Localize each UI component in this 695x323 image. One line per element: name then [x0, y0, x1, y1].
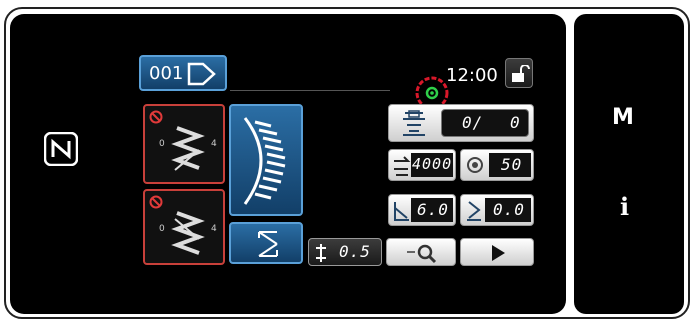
zigzag-icon — [258, 231, 278, 257]
pitch-value: 0.0 — [493, 200, 525, 219]
zigzag-width-value: 0.5 — [339, 242, 371, 261]
tension-display: 50 — [489, 153, 531, 177]
svg-text:0: 0 — [159, 224, 165, 234]
lock-icon — [512, 65, 530, 82]
stitch-shape-button[interactable] — [229, 104, 303, 216]
feed-icon — [394, 202, 409, 221]
bobbin-icon — [403, 110, 425, 136]
program-number: 001 — [149, 63, 184, 84]
end-backtack-icon: 04 — [159, 211, 217, 255]
speed-icon — [394, 156, 411, 176]
bobbin-counter-button[interactable]: 0/ 0 — [388, 104, 534, 142]
nfc-icon — [44, 132, 78, 166]
play-icon — [492, 245, 505, 261]
play-button[interactable] — [460, 238, 534, 266]
speed-value: 4000 — [412, 155, 453, 173]
pitch-icon — [467, 201, 481, 221]
start-backtack-button[interactable]: 04 — [143, 104, 225, 184]
tension-value: 50 — [501, 155, 523, 174]
speed-display: 4000 — [411, 153, 453, 177]
mode-button[interactable]: M — [612, 105, 634, 130]
program-number-button[interactable]: 001 — [139, 55, 227, 91]
search-button[interactable] — [386, 238, 456, 266]
end-backtack-button[interactable]: 04 — [143, 189, 225, 265]
pitch-button[interactable]: 0.0 — [460, 194, 534, 226]
zigzag-button[interactable] — [229, 222, 303, 264]
svg-text:4: 4 — [211, 139, 217, 149]
feed-display: 6.0 — [411, 198, 453, 222]
side-panel — [574, 14, 684, 314]
zigzag-width-button[interactable]: 0.5 — [308, 238, 382, 266]
zigzag-stitch-icon — [243, 117, 286, 205]
start-backtack-icon: 04 — [159, 126, 217, 171]
speed-button[interactable]: 4000 — [388, 149, 456, 181]
header-line — [230, 90, 390, 91]
bobbin-value: 0 — [510, 113, 521, 132]
bobbin-display: 0/ 0 — [441, 109, 529, 137]
feed-button[interactable]: 6.0 — [388, 194, 456, 226]
bobbin-count: 0/ — [462, 113, 484, 132]
info-button[interactable]: i — [620, 192, 629, 221]
search-icon — [407, 244, 437, 264]
arrow-right-icon — [187, 62, 216, 86]
pitch-display: 0.0 — [485, 198, 531, 222]
feed-value: 6.0 — [417, 200, 449, 219]
lock-button[interactable] — [505, 58, 533, 88]
tension-icon — [467, 157, 483, 173]
clock: 12:00 — [446, 65, 498, 86]
svg-text:4: 4 — [211, 224, 217, 234]
tension-button[interactable]: 50 — [460, 149, 534, 181]
width-icon — [316, 244, 326, 262]
svg-text:0: 0 — [159, 139, 165, 149]
